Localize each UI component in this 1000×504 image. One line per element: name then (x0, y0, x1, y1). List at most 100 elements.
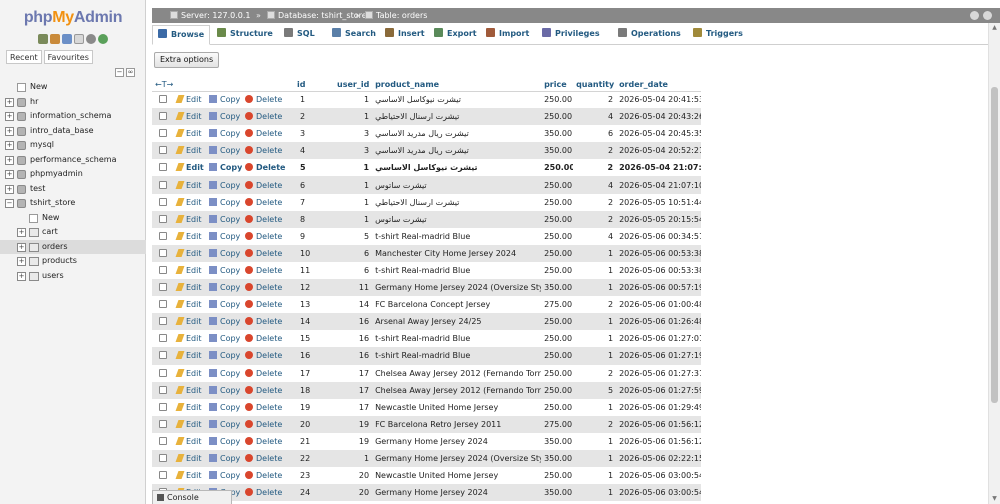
scrollbar-thumb[interactable] (991, 87, 998, 403)
settings-icon[interactable] (86, 34, 96, 44)
tree-item-information-schema[interactable]: + information_schema (0, 109, 146, 124)
tree-item-mysql[interactable]: + mysql (0, 138, 146, 153)
row-checkbox[interactable] (159, 163, 167, 172)
row-checkbox[interactable] (159, 112, 167, 121)
delete-link[interactable]: Delete (245, 402, 282, 412)
row-checkbox[interactable] (159, 197, 167, 206)
delete-link[interactable]: Delete (245, 454, 282, 463)
home-icon[interactable] (38, 34, 48, 44)
tab-triggers[interactable]: Triggers (688, 25, 748, 45)
delete-link[interactable]: Delete (245, 248, 282, 258)
edit-link[interactable]: Edit (175, 454, 202, 463)
tree-item-New[interactable]: New (0, 80, 146, 95)
edit-link[interactable]: Edit (175, 419, 202, 429)
delete-link[interactable]: Delete (245, 419, 282, 429)
column-header-order-date[interactable]: order_date (616, 78, 702, 92)
row-checkbox[interactable] (159, 283, 167, 292)
edit-link[interactable]: Edit (175, 231, 202, 241)
collapse-toggle-icon[interactable]: − (5, 199, 14, 208)
recent-tab[interactable]: Recent (6, 50, 42, 64)
tab-export[interactable]: Export (429, 25, 479, 45)
delete-link[interactable]: Delete (245, 300, 282, 309)
edit-link[interactable]: Edit (175, 351, 202, 360)
edit-link[interactable]: Edit (175, 402, 202, 412)
collapse-icon[interactable] (983, 11, 992, 20)
collapse-all-icon[interactable]: − (115, 68, 124, 77)
row-checkbox[interactable] (159, 368, 167, 377)
docs-icon[interactable] (74, 34, 84, 44)
delete-link[interactable]: Delete (245, 317, 282, 326)
column-header-price[interactable]: price (541, 78, 574, 92)
edit-link[interactable]: Edit (175, 129, 202, 138)
edit-link[interactable]: Edit (175, 317, 202, 326)
delete-link[interactable]: Delete (245, 112, 282, 121)
delete-link[interactable]: Delete (245, 146, 282, 155)
tab-operations[interactable]: Operations (613, 25, 686, 45)
copy-link[interactable]: Copy (209, 197, 240, 207)
row-checkbox[interactable] (159, 231, 167, 240)
delete-link[interactable]: Delete (245, 334, 282, 343)
row-checkbox[interactable] (159, 334, 167, 343)
edit-link[interactable]: Edit (175, 248, 202, 258)
vertical-scrollbar[interactable]: ▲ ▼ (988, 23, 1000, 504)
link-with-main-icon[interactable]: ∞ (126, 68, 135, 77)
copy-link[interactable]: Copy (209, 146, 240, 155)
copy-link[interactable]: Copy (209, 368, 240, 378)
expand-toggle-icon[interactable]: + (17, 271, 26, 281)
phpmyadmin-logo[interactable]: phpMyAdmin (0, 9, 146, 27)
row-checkbox[interactable] (159, 385, 167, 394)
copy-link[interactable]: Copy (209, 129, 240, 138)
expand-toggle-icon[interactable]: + (5, 97, 14, 107)
expand-toggle-icon[interactable]: + (5, 141, 14, 150)
copy-link[interactable]: Copy (209, 454, 240, 463)
delete-link[interactable]: Delete (245, 283, 282, 292)
delete-link[interactable]: Delete (245, 368, 282, 378)
tab-privileges[interactable]: Privileges (537, 25, 611, 45)
row-checkbox[interactable] (159, 214, 167, 223)
delete-link[interactable]: Delete (245, 163, 285, 172)
help-icon[interactable] (62, 34, 72, 44)
tree-item-products[interactable]: + products (0, 254, 146, 269)
row-checkbox[interactable] (159, 454, 167, 463)
copy-link[interactable]: Copy (209, 112, 240, 121)
copy-link[interactable]: Copy (209, 419, 240, 429)
column-header-user-id[interactable]: user_id (334, 78, 373, 92)
row-checkbox[interactable] (159, 351, 167, 360)
expand-toggle-icon[interactable]: + (5, 184, 14, 194)
tree-item-tshirt-store[interactable]: − tshirt_store (0, 196, 146, 211)
edit-link[interactable]: Edit (175, 197, 202, 207)
copy-link[interactable]: Copy (209, 402, 240, 412)
tree-item-users[interactable]: + users (0, 269, 146, 284)
settings-gear-icon[interactable] (970, 11, 979, 20)
edit-link[interactable]: Edit (175, 95, 202, 104)
tree-item-intro-data-base[interactable]: + intro_data_base (0, 124, 146, 139)
tree-item-phpmyadmin[interactable]: + phpmyadmin (0, 167, 146, 182)
copy-link[interactable]: Copy (209, 163, 242, 172)
delete-link[interactable]: Delete (245, 265, 282, 275)
edit-link[interactable]: Edit (175, 334, 202, 343)
copy-link[interactable]: Copy (209, 385, 240, 395)
edit-link[interactable]: Edit (175, 214, 202, 224)
edit-link[interactable]: Edit (175, 283, 202, 292)
expand-toggle-icon[interactable]: + (5, 126, 14, 136)
scroll-up-arrow[interactable]: ▲ (991, 25, 998, 31)
delete-link[interactable]: Delete (245, 214, 282, 224)
expand-toggle-icon[interactable]: + (17, 257, 26, 266)
edit-link[interactable]: Edit (175, 471, 202, 480)
tree-item-hr[interactable]: + hr (0, 95, 146, 110)
delete-link[interactable]: Delete (245, 197, 282, 207)
copy-link[interactable]: Copy (209, 300, 240, 309)
edit-link[interactable]: Edit (175, 265, 202, 275)
copy-link[interactable]: Copy (209, 351, 240, 360)
copy-link[interactable]: Copy (209, 471, 240, 480)
row-checkbox[interactable] (159, 300, 167, 309)
breadcrumb-server[interactable]: Server: 127.0.0.1 (170, 8, 251, 23)
edit-link[interactable]: Edit (175, 436, 202, 446)
scroll-down-arrow[interactable]: ▼ (991, 496, 998, 502)
tree-item-cart[interactable]: + cart (0, 225, 146, 240)
delete-link[interactable]: Delete (245, 231, 282, 241)
console-button[interactable]: Console (152, 490, 232, 504)
tab-structure[interactable]: Structure (212, 25, 277, 45)
tab-sql[interactable]: SQL (279, 25, 325, 45)
edit-link[interactable]: Edit (175, 180, 202, 190)
